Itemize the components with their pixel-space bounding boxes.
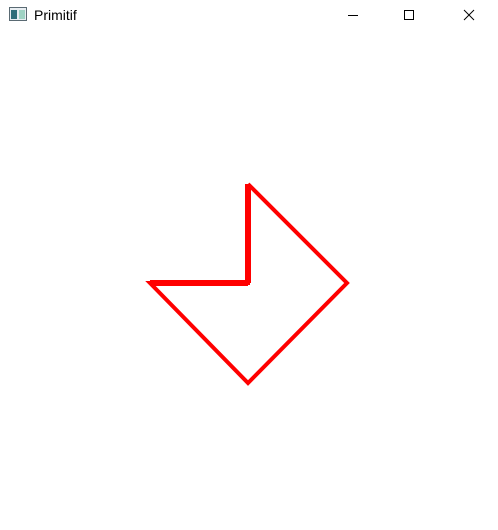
minimize-icon xyxy=(348,15,358,16)
maximize-icon xyxy=(404,10,414,20)
drawing-canvas[interactable] xyxy=(0,30,498,530)
title-bar[interactable]: Primitif xyxy=(0,0,498,30)
red-polygon-group xyxy=(145,182,350,386)
maximize-button[interactable] xyxy=(386,0,432,30)
close-icon xyxy=(463,9,475,21)
app-icon[interactable] xyxy=(9,7,27,21)
app-window: Primitif xyxy=(0,0,498,530)
drawing-svg xyxy=(145,182,350,386)
minimize-button[interactable] xyxy=(330,0,376,30)
close-button[interactable] xyxy=(446,0,492,30)
window-title: Primitif xyxy=(34,7,77,23)
